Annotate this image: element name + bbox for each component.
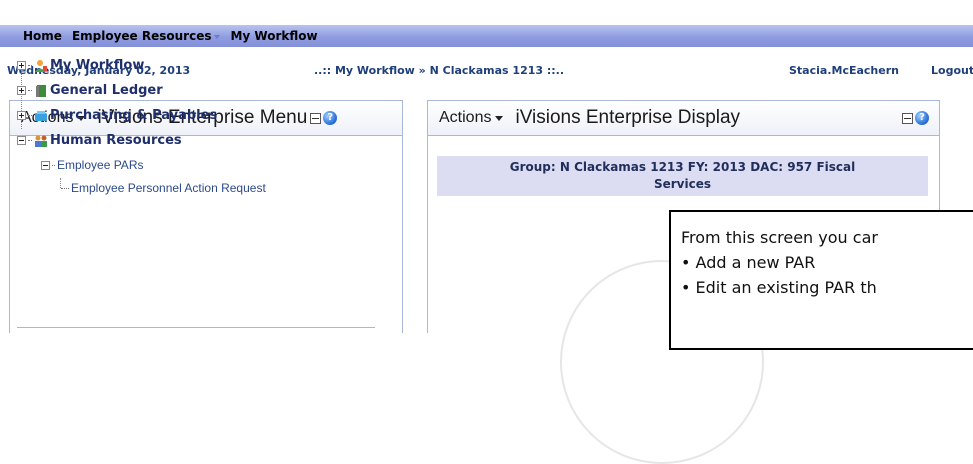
logout-link[interactable]: Logout xyxy=(931,64,973,77)
display-panel-title: iVisions Enterprise Display xyxy=(515,107,741,128)
username: Stacia.McEachern xyxy=(789,64,899,77)
collapse-icon[interactable] xyxy=(310,112,322,124)
chevron-down-icon xyxy=(214,34,221,39)
workflow-icon xyxy=(35,59,47,72)
expand-icon[interactable] xyxy=(17,86,26,95)
tree-node-my-workflow[interactable]: My Workflow xyxy=(17,53,266,78)
ledger-icon xyxy=(36,84,46,97)
display-panel-header: Actions iVisions Enterprise Display ? xyxy=(428,101,939,136)
breadcrumb: ..:: My Workflow » N Clackamas 1213 ::.. xyxy=(314,64,565,77)
nav-employee-resources[interactable]: Employee Resources xyxy=(72,29,225,43)
purchasing-icon xyxy=(35,110,47,121)
group-info-line1: Group: N Clackamas 1213 FY: 2013 DAC: 95… xyxy=(509,160,856,174)
collapse-tree-icon[interactable] xyxy=(17,136,26,145)
group-info-line2: Services xyxy=(653,177,712,191)
menu-tree: My Workflow General Ledger Purchasing & … xyxy=(17,53,266,199)
tree-label-my-workflow: My Workflow xyxy=(50,58,145,73)
nav-home[interactable]: Home xyxy=(23,29,62,43)
expand-icon[interactable] xyxy=(17,61,26,70)
display-actions-dropdown[interactable]: Actions xyxy=(439,109,515,127)
tree-node-general-ledger[interactable]: General Ledger xyxy=(17,78,266,103)
tree-label-human-resources: Human Resources xyxy=(50,133,182,148)
people-icon xyxy=(35,135,47,147)
menu-divider xyxy=(17,327,375,328)
collapse-tree-icon[interactable] xyxy=(41,160,50,170)
expand-icon[interactable] xyxy=(17,111,26,120)
tree-node-employee-par-request[interactable]: Employee Personnel Action Request xyxy=(17,177,266,199)
tree-label-employee-par-request: Employee Personnel Action Request xyxy=(71,181,266,195)
help-icon[interactable]: ? xyxy=(915,111,929,125)
tree-label-employee-pars: Employee PARs xyxy=(57,158,144,172)
tree-node-human-resources[interactable]: Human Resources xyxy=(17,128,266,153)
instruction-callout: From this screen you car • Add a new PAR… xyxy=(669,210,973,350)
tree-label-purchasing: Purchasing & Payables xyxy=(50,108,218,123)
group-info-box: Group: N Clackamas 1213 FY: 2013 DAC: 95… xyxy=(437,156,928,196)
help-icon[interactable]: ? xyxy=(323,111,338,125)
caret-down-icon xyxy=(495,115,504,121)
tree-node-purchasing[interactable]: Purchasing & Payables xyxy=(17,103,266,128)
nav-my-workflow[interactable]: My Workflow xyxy=(230,29,317,43)
tree-label-general-ledger: General Ledger xyxy=(50,83,163,98)
callout-line-3: • Edit an existing PAR th xyxy=(681,278,877,297)
display-actions-label: Actions xyxy=(439,109,492,126)
callout-line-1: From this screen you car xyxy=(681,228,878,247)
collapse-icon[interactable] xyxy=(902,112,913,124)
nav-employee-resources-label: Employee Resources xyxy=(71,29,212,43)
top-navbar: Home Employee Resources My Workflow xyxy=(0,25,973,47)
tree-node-employee-pars[interactable]: Employee PARs xyxy=(17,153,266,177)
callout-line-2: • Add a new PAR xyxy=(681,253,816,272)
